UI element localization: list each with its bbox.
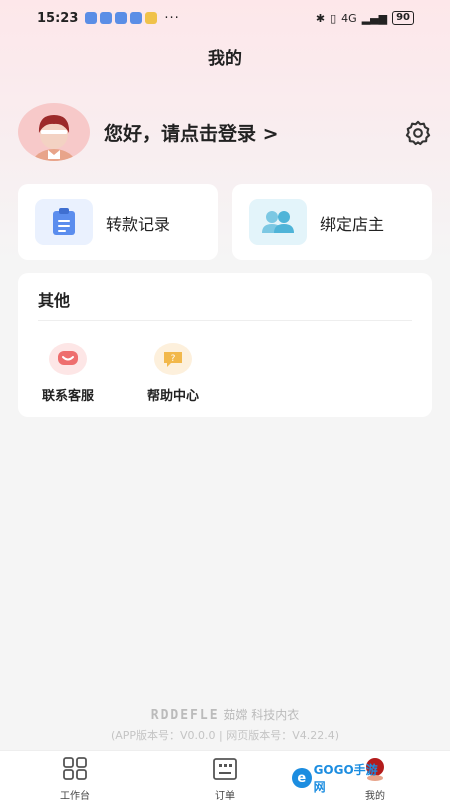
- vibrate-icon: ▯: [330, 11, 337, 25]
- users-icon: [249, 199, 307, 245]
- status-time: 15:23: [37, 10, 79, 26]
- watermark-text: GOGO手游网: [313, 763, 378, 794]
- order-icon: [213, 758, 237, 780]
- clipboard-icon: [35, 199, 93, 245]
- version-info: (APP版本号：V0.0.0 | 网页版本号：V4.22.4): [110, 729, 340, 742]
- battery-icon: 90: [392, 11, 414, 25]
- notification-app-icon: [115, 12, 128, 24]
- notification-app-icon: [145, 12, 158, 24]
- avatar[interactable]: [18, 103, 90, 161]
- page-title: 我的: [208, 49, 242, 69]
- tab-orders-label: 订单: [215, 791, 235, 800]
- login-prompt[interactable]: 您好，请点击登录 >: [104, 119, 279, 146]
- contact-service-item[interactable]: 联系客服: [28, 343, 108, 404]
- profile-header: 您好，请点击登录 >: [18, 103, 432, 161]
- brand-logo: RDDEFLE: [150, 708, 220, 723]
- status-bar: 15:23 ··· ✱ ▯ 4G ▂▄▆ 90: [0, 0, 450, 36]
- brand-name: 茹嫦: [223, 708, 248, 722]
- other-section-title: 其他: [38, 291, 71, 310]
- grid-icon: [63, 757, 87, 780]
- notification-app-icon: [130, 12, 143, 24]
- network-label: 4G: [341, 11, 357, 25]
- bluetooth-icon: ✱: [315, 11, 326, 25]
- svg-text:?: ?: [171, 354, 176, 364]
- bind-owner-card[interactable]: 绑定店主: [232, 184, 432, 260]
- more-notifications-icon: ···: [164, 10, 180, 26]
- bind-owner-label: 绑定店主: [320, 215, 385, 234]
- tab-orders[interactable]: 订单: [185, 757, 265, 800]
- help-chat-icon: ?: [154, 343, 192, 375]
- tab-workbench[interactable]: 工作台: [35, 757, 115, 800]
- tab-workbench-label: 工作台: [60, 791, 90, 800]
- settings-icon[interactable]: [404, 119, 432, 147]
- other-section: 其他 联系客服 ? 帮助中心: [18, 273, 432, 417]
- notification-app-icon: [100, 12, 113, 24]
- help-center-label: 帮助中心: [146, 389, 199, 404]
- help-center-item[interactable]: ? 帮助中心: [133, 343, 213, 404]
- chat-smile-icon: [49, 343, 87, 375]
- notification-app-icon: [85, 12, 98, 24]
- transfer-records-label: 转款记录: [106, 215, 171, 234]
- transfer-records-card[interactable]: 转款记录: [18, 184, 218, 260]
- brand-tagline: 科技内衣: [251, 708, 300, 722]
- watermark-logo-icon: e: [292, 768, 312, 788]
- contact-service-label: 联系客服: [41, 389, 94, 404]
- brand-footer: RDDEFLE 茹嫦 科技内衣: [0, 706, 450, 723]
- divider: [38, 320, 412, 321]
- signal-icon: ▂▄▆: [361, 11, 388, 25]
- watermark: e GOGO手游网: [292, 763, 388, 794]
